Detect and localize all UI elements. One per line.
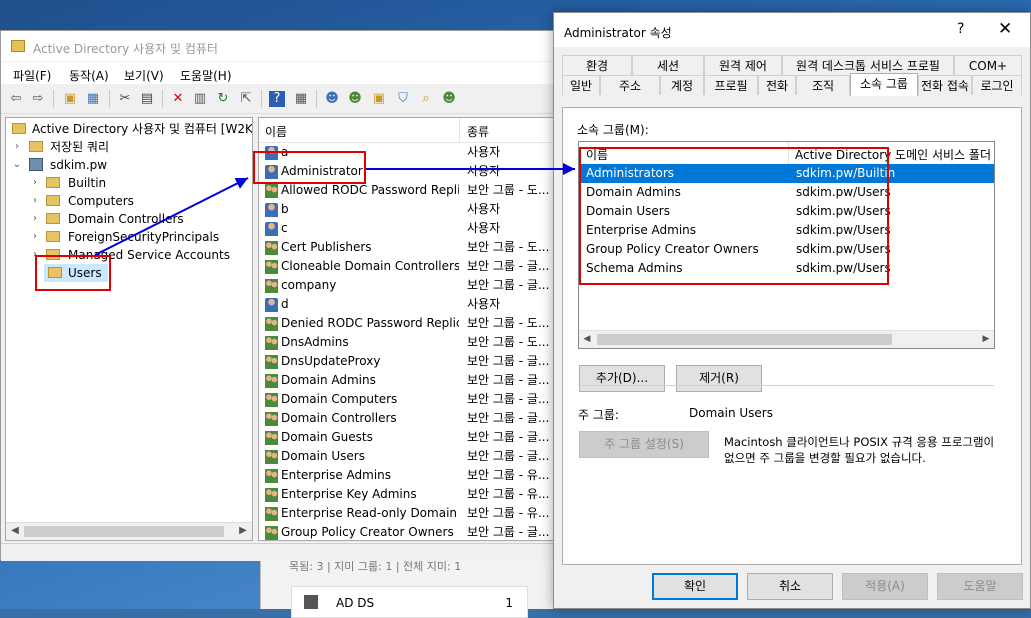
arrow-users-to-administrator bbox=[94, 177, 249, 256]
tab-member-of[interactable]: 소속 그룹 bbox=[850, 73, 918, 96]
